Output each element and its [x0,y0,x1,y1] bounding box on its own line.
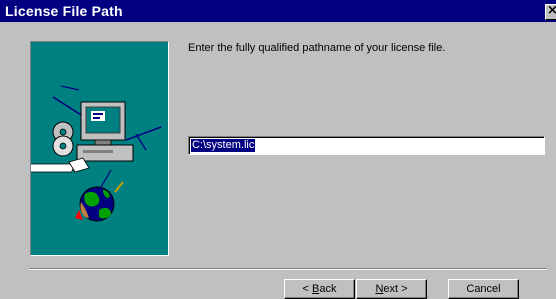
separator-line [30,268,546,270]
next-button-rest: ext > [383,283,408,295]
window-title: License File Path [5,3,123,19]
setup-illustration [31,85,162,222]
cancel-button[interactable]: Cancel [448,279,519,299]
illustration-panel [30,41,169,256]
globe-icon [75,181,124,222]
close-button[interactable]: × [545,4,556,20]
cancel-button-label: Cancel [466,283,501,295]
license-file-path-dialog: License File Path × [0,0,556,299]
license-path-input[interactable]: C:\system.lic [188,136,545,155]
close-icon: × [547,5,556,18]
back-button-prefix: < [302,283,312,295]
license-path-value: C:\system.lic [191,139,256,152]
back-button-rest: ack [319,283,337,295]
back-button[interactable]: < Back [284,279,355,299]
title-bar[interactable]: License File Path × [0,0,556,22]
next-button[interactable]: Next > [356,279,427,299]
instruction-text: Enter the fully qualified pathname of yo… [188,42,446,54]
